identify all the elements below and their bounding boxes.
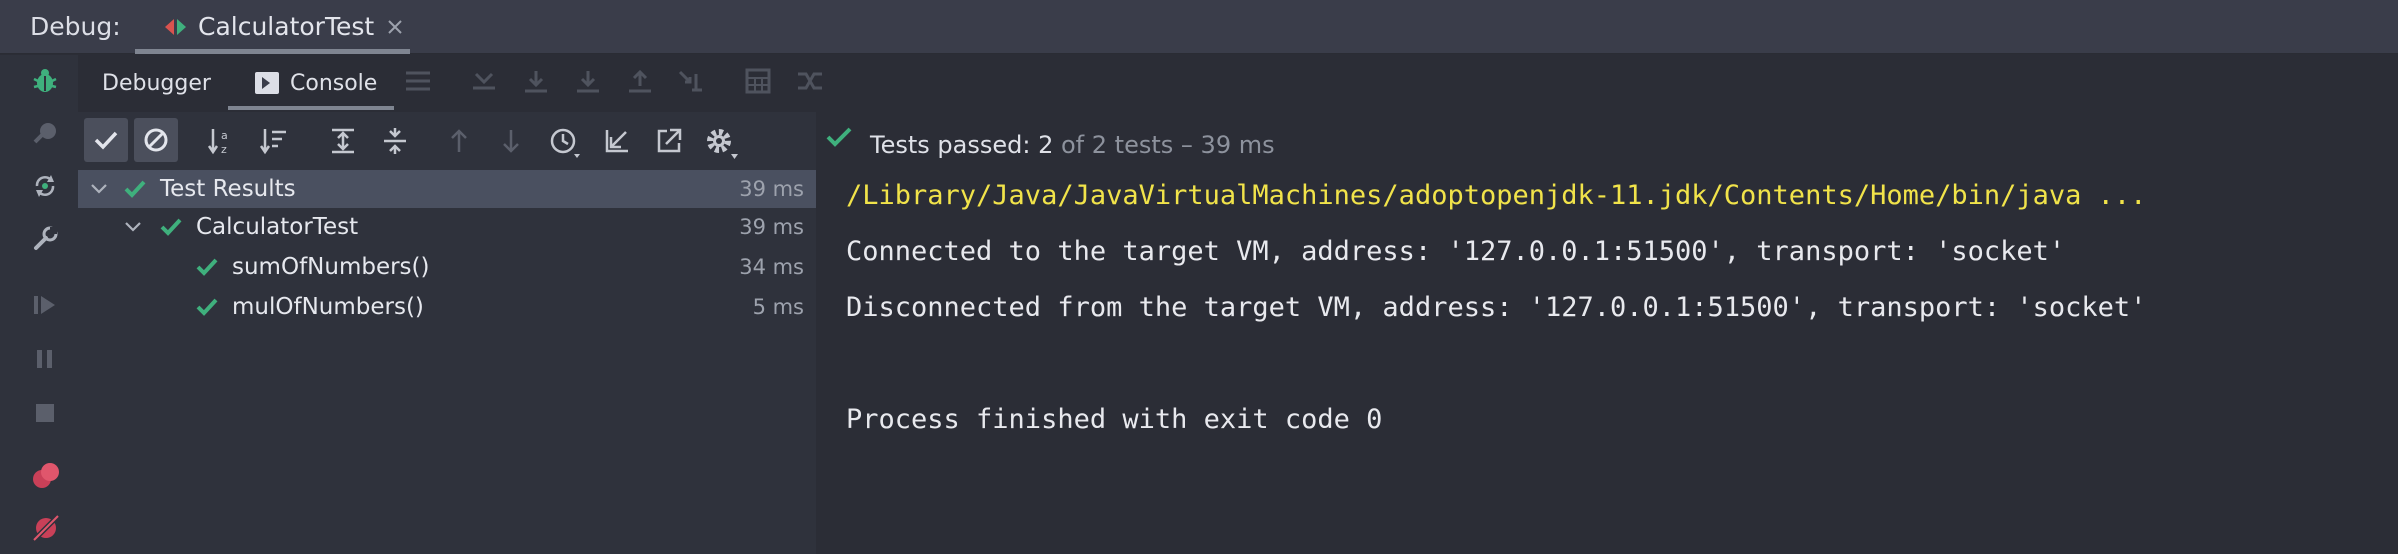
tree-row-mul-of-numbers[interactable]: mulOfNumbers() 5 ms bbox=[78, 288, 816, 326]
run-config-icon bbox=[163, 17, 189, 37]
console-line-disconnected: Disconnected from the target VM, address… bbox=[846, 292, 2147, 323]
tree-row-label: mulOfNumbers() bbox=[232, 294, 424, 320]
console-icon bbox=[254, 71, 280, 95]
show-execution-point-icon[interactable] bbox=[470, 68, 498, 94]
svg-text:a: a bbox=[221, 129, 228, 142]
tree-row-label: sumOfNumbers() bbox=[232, 254, 430, 280]
export-icon[interactable] bbox=[654, 126, 684, 156]
active-tab-indicator bbox=[135, 49, 410, 54]
breakpoints-icon[interactable] bbox=[31, 461, 61, 491]
console-tab-indicator bbox=[228, 106, 394, 110]
next-failed-icon[interactable] bbox=[496, 126, 526, 156]
console-panel[interactable]: Tests passed: 2 of 2 tests – 39 ms /Libr… bbox=[816, 112, 2398, 554]
debug-actions-strip bbox=[0, 55, 78, 554]
close-icon[interactable] bbox=[387, 19, 403, 35]
show-passed-icon[interactable] bbox=[84, 118, 128, 162]
run-tab-label: CalculatorTest bbox=[198, 12, 375, 41]
tree-row-label: CalculatorTest bbox=[196, 214, 359, 240]
rerun-icon[interactable] bbox=[31, 172, 59, 200]
tree-row-calculator-test[interactable]: CalculatorTest 39 ms bbox=[78, 208, 816, 246]
tree-row-duration: 39 ms bbox=[739, 177, 804, 201]
collapse-all-icon[interactable] bbox=[380, 126, 410, 156]
step-into-icon[interactable] bbox=[574, 68, 602, 94]
bug-icon[interactable] bbox=[31, 67, 59, 95]
check-icon bbox=[196, 297, 218, 317]
tests-passed-count: 2 bbox=[1038, 131, 1054, 159]
import-icon[interactable] bbox=[602, 126, 632, 156]
sort-alpha-icon[interactable]: az bbox=[206, 126, 236, 156]
tree-row-sum-of-numbers[interactable]: sumOfNumbers() 34 ms bbox=[78, 248, 816, 286]
console-line-connected: Connected to the target VM, address: '12… bbox=[846, 236, 2066, 267]
tree-row-label: Test Results bbox=[160, 176, 296, 202]
svg-text:z: z bbox=[221, 143, 227, 156]
prev-failed-icon[interactable] bbox=[444, 126, 474, 156]
check-icon bbox=[196, 257, 218, 277]
chevron-down-icon[interactable] bbox=[124, 221, 142, 233]
debug-tool-window-header: Debug: CalculatorTest bbox=[0, 0, 2398, 54]
evaluate-expression-icon[interactable] bbox=[744, 68, 772, 94]
check-icon bbox=[160, 217, 182, 237]
test-tree-panel: az Test Results 39 ms CalculatorTest 39 … bbox=[78, 112, 816, 554]
tab-console[interactable]: Console bbox=[290, 71, 377, 96]
tests-passed-label: Tests passed: bbox=[870, 131, 1031, 159]
tree-row-duration: 34 ms bbox=[739, 255, 804, 279]
tests-dash: – bbox=[1180, 131, 1193, 159]
wrench-icon[interactable] bbox=[31, 225, 59, 253]
step-out-icon[interactable] bbox=[626, 68, 654, 94]
tests-passed-text: Tests passed: 2 of 2 tests – 39 ms bbox=[870, 131, 1275, 159]
run-to-cursor-icon[interactable] bbox=[678, 68, 706, 94]
tree-row-duration: 39 ms bbox=[739, 215, 804, 239]
history-icon[interactable] bbox=[548, 126, 582, 160]
expand-all-icon[interactable] bbox=[328, 126, 358, 156]
console-line-command: /Library/Java/JavaVirtualMachines/adopto… bbox=[846, 180, 2147, 211]
check-icon bbox=[124, 179, 146, 199]
sort-duration-icon[interactable] bbox=[258, 126, 288, 156]
stop-icon[interactable] bbox=[31, 399, 59, 427]
check-icon bbox=[826, 126, 852, 148]
mute-breakpoints-icon[interactable] bbox=[31, 513, 61, 543]
pause-icon[interactable] bbox=[31, 345, 59, 373]
run-tab[interactable]: CalculatorTest bbox=[135, 0, 410, 54]
chevron-down-icon[interactable] bbox=[90, 183, 108, 195]
console-line-exit: Process finished with exit code 0 bbox=[846, 404, 1383, 435]
resume-icon[interactable] bbox=[31, 291, 59, 319]
show-threads-icon[interactable] bbox=[404, 68, 432, 94]
show-ignored-icon[interactable] bbox=[134, 118, 178, 162]
step-over-icon[interactable] bbox=[522, 68, 550, 94]
settings-icon[interactable] bbox=[704, 126, 740, 160]
debug-label: Debug: bbox=[30, 12, 121, 41]
tests-total: of 2 tests bbox=[1061, 131, 1174, 159]
tree-row-test-results[interactable]: Test Results 39 ms bbox=[78, 170, 816, 208]
trace-stream-icon[interactable] bbox=[796, 68, 824, 94]
tests-total-time: 39 ms bbox=[1200, 131, 1275, 159]
snapshot-icon[interactable] bbox=[31, 120, 59, 148]
tab-debugger[interactable]: Debugger bbox=[102, 71, 211, 96]
tree-row-duration: 5 ms bbox=[752, 295, 804, 319]
